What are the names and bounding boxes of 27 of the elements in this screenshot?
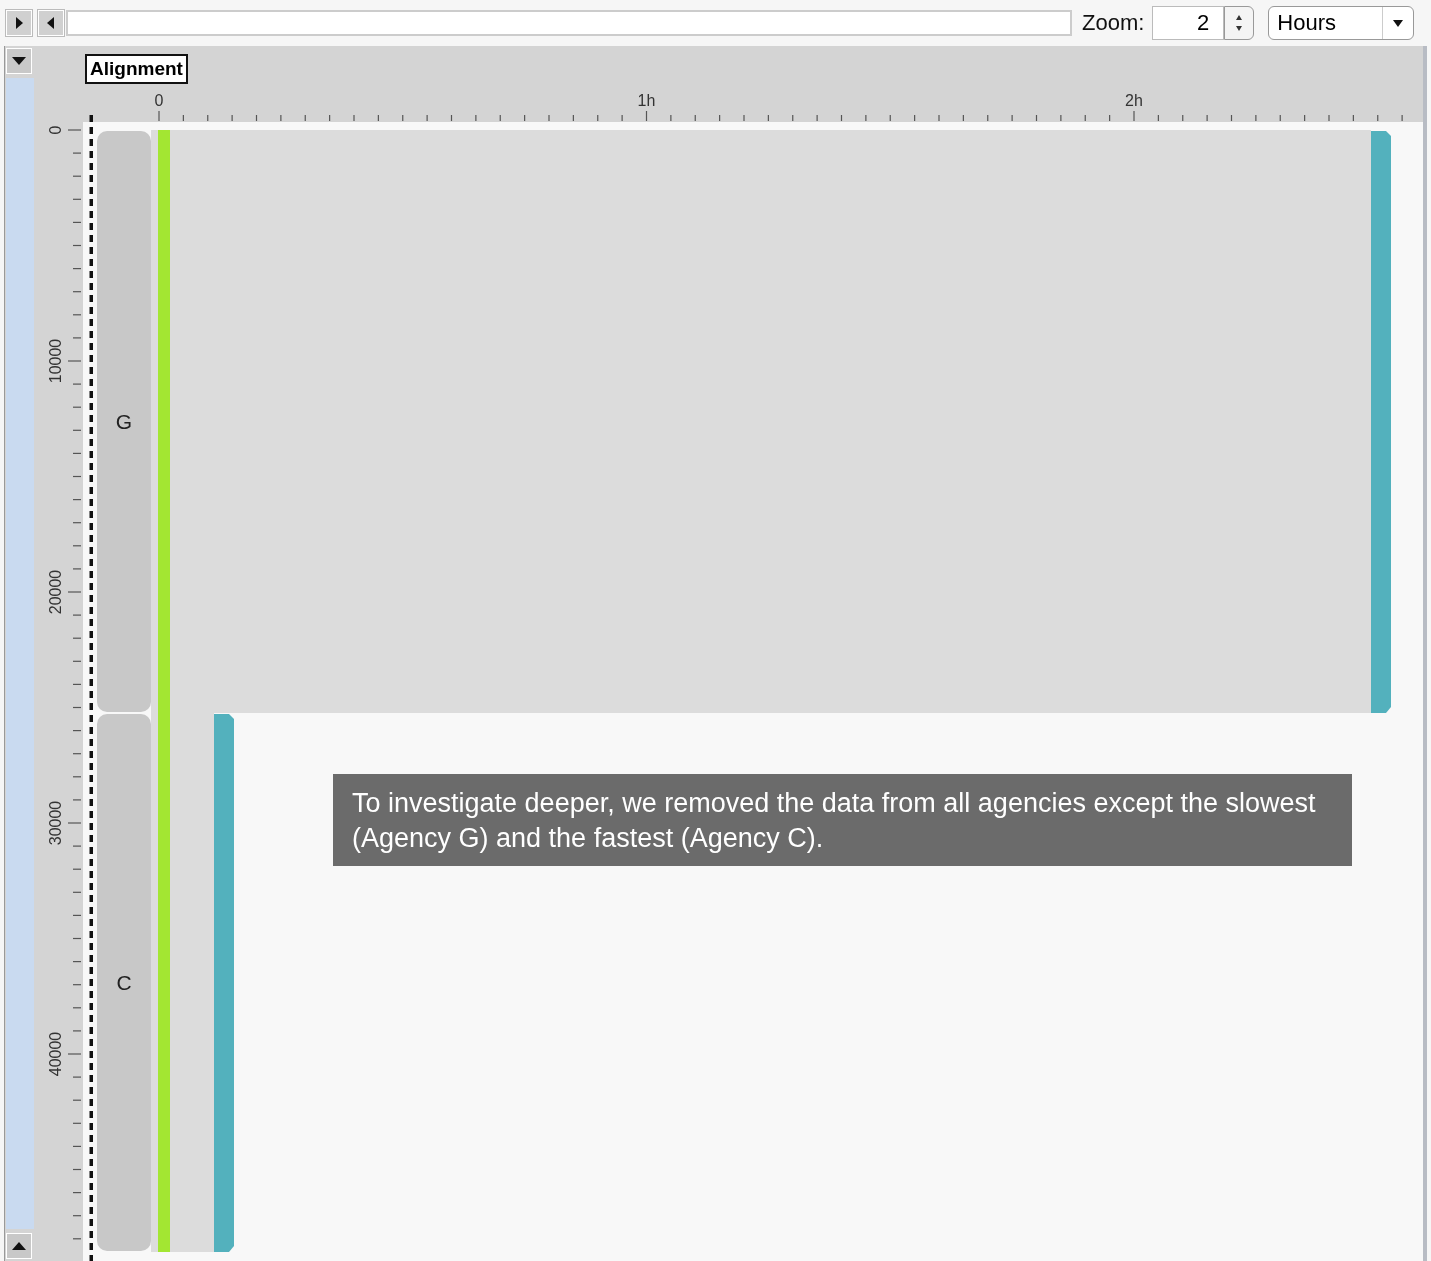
caret-up-icon bbox=[12, 1242, 26, 1250]
dropdown-caret-icon bbox=[1392, 18, 1405, 28]
zoom-field[interactable]: 2 bbox=[1152, 6, 1225, 40]
play-back-button[interactable] bbox=[38, 10, 64, 36]
timeline-field[interactable] bbox=[66, 10, 1072, 36]
collapse-button[interactable] bbox=[6, 48, 32, 74]
count-tick-label: 30000 bbox=[47, 800, 64, 846]
scrollbar-thumb[interactable] bbox=[6, 78, 34, 1229]
zoom-stepper[interactable] bbox=[1224, 6, 1255, 40]
time-tick-label: 2h bbox=[1125, 92, 1143, 109]
play-forward-button[interactable] bbox=[6, 10, 32, 36]
reverse-icon bbox=[46, 17, 56, 29]
count-tick-label: 0 bbox=[47, 125, 64, 135]
expand-button[interactable] bbox=[6, 1233, 32, 1259]
unit-dropdown[interactable]: Hours bbox=[1268, 6, 1415, 40]
row-label: C bbox=[116, 970, 132, 994]
play-icon bbox=[14, 17, 24, 29]
count-tick-label: 20000 bbox=[47, 569, 64, 615]
row-label: G bbox=[115, 409, 133, 433]
count-tick-label: 40000 bbox=[47, 1031, 64, 1077]
count-tick-label: 10000 bbox=[47, 338, 64, 384]
alignment-label: Alignment bbox=[85, 54, 188, 84]
annotation-text: To investigate deeper, we removed the data from all agencies except the slowest (Agency G) and the fastest (Agency C). bbox=[333, 774, 1352, 866]
time-tick-label: 1h bbox=[637, 92, 656, 109]
caret-down-icon bbox=[12, 57, 26, 65]
time-tick-label: 0 bbox=[154, 92, 164, 109]
zoom-label: Zoom: bbox=[1082, 10, 1145, 36]
